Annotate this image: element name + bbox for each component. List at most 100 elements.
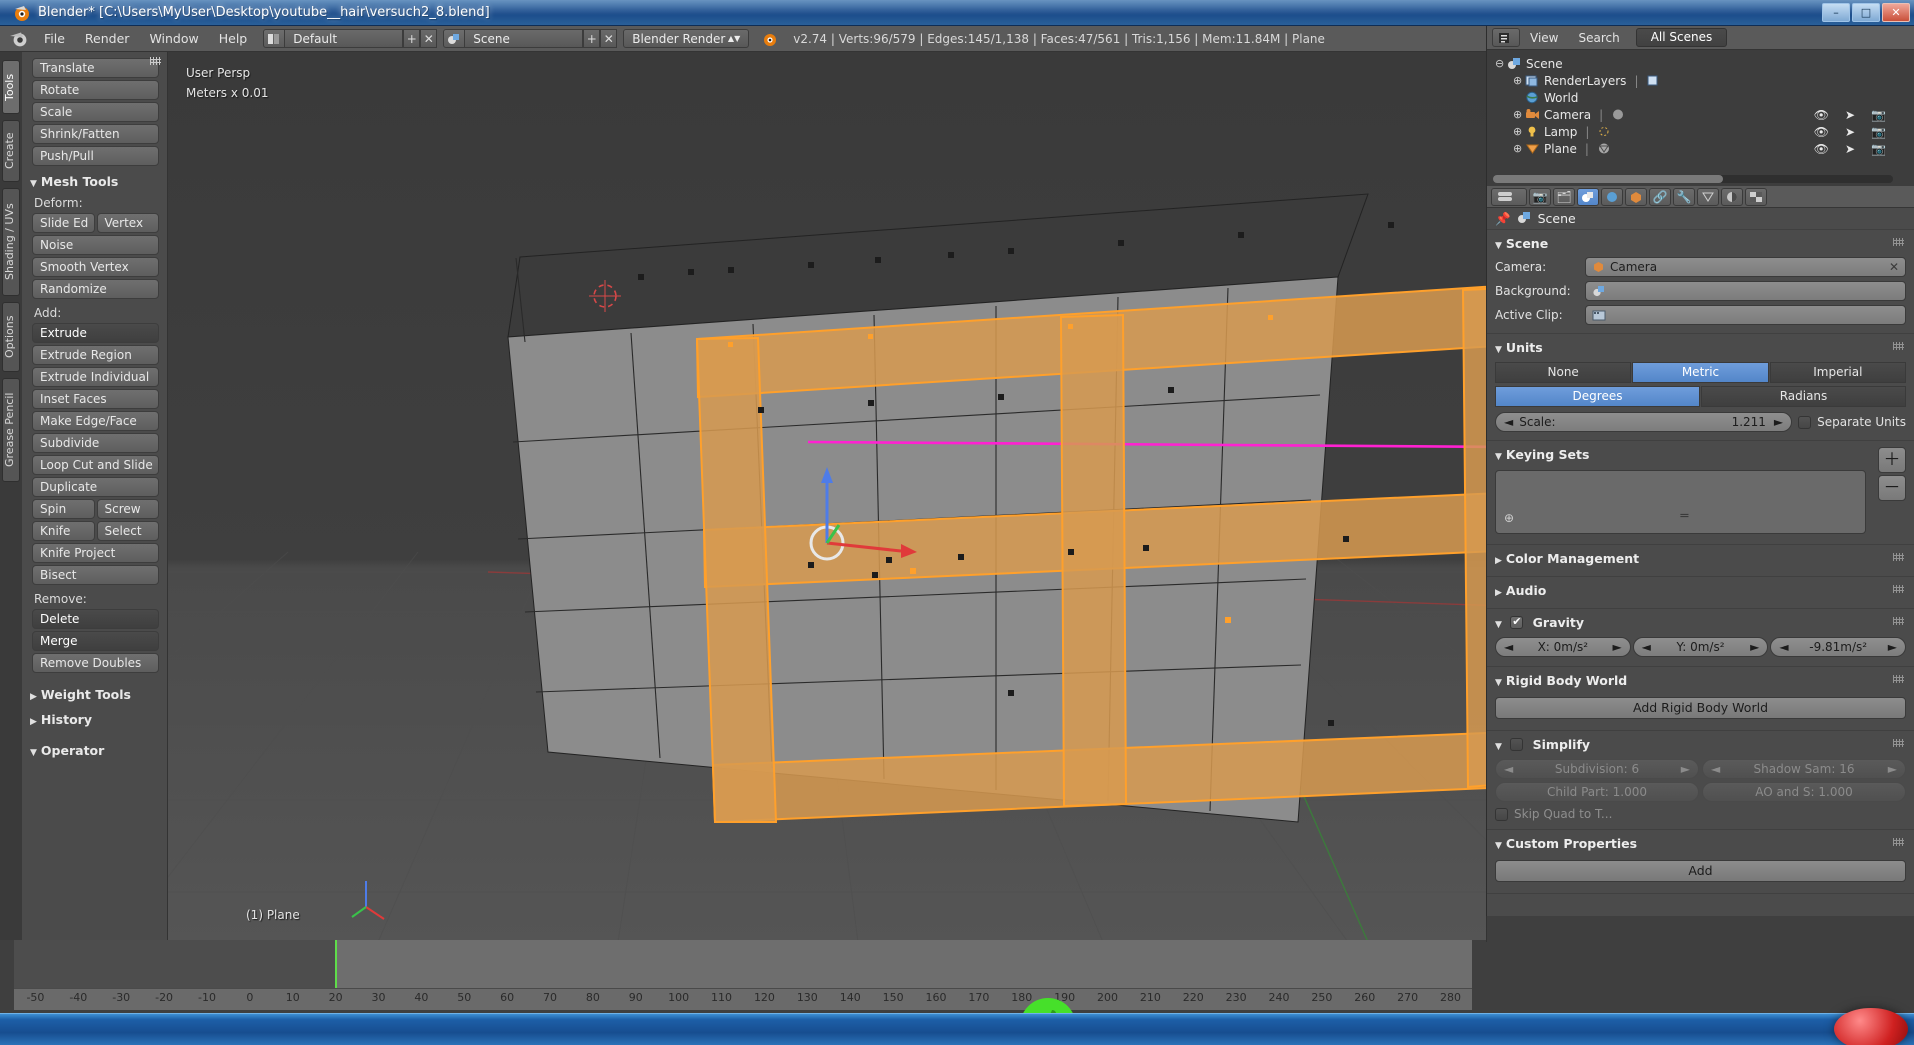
unit-scale-row[interactable]: ◄ Scale: 1.211 ► Separate Units bbox=[1487, 410, 1914, 434]
weight-tools-header[interactable]: ▶ Weight Tools bbox=[30, 57, 167, 702]
tool-translate[interactable]: Translate bbox=[32, 58, 159, 78]
active-clip-row[interactable]: Active Clip: bbox=[1487, 303, 1914, 327]
arrow-right-icon[interactable]: ► bbox=[1750, 640, 1759, 654]
tool-merge-dropdown[interactable]: Merge bbox=[32, 631, 159, 651]
tool-extrude-dropdown[interactable]: Extrude bbox=[32, 323, 159, 343]
pin-icon[interactable]: 📌 bbox=[1495, 211, 1511, 227]
eye-icon[interactable]: 👁 bbox=[1814, 142, 1829, 156]
outliner-visibility-toggles[interactable]: 👁 ➤ 📷 bbox=[1814, 125, 1886, 139]
tool-bisect[interactable]: Bisect bbox=[32, 565, 159, 585]
render-engine-value[interactable]: Blender Render ▲▼ bbox=[623, 29, 750, 48]
expand-expander-icon[interactable]: ⊕ bbox=[1513, 74, 1525, 87]
properties-editor-type-icon[interactable] bbox=[1491, 187, 1527, 206]
add-keying-set-button[interactable]: ＋ bbox=[1878, 447, 1906, 473]
menu-help[interactable]: Help bbox=[209, 29, 258, 48]
outliner-menu-search[interactable]: Search bbox=[1568, 31, 1629, 45]
viewport-canvas[interactable] bbox=[168, 52, 1486, 942]
tool-subdivide[interactable]: Subdivide bbox=[32, 433, 159, 453]
simplify-checkbox[interactable] bbox=[1510, 738, 1524, 751]
maximize-button[interactable]: □ bbox=[1852, 3, 1880, 22]
add-custom-property-button[interactable]: Add bbox=[1495, 860, 1906, 882]
toolshelf-tab-create[interactable]: Create bbox=[2, 120, 20, 182]
screen-layout-icon[interactable] bbox=[263, 29, 286, 48]
outliner-row-world[interactable]: World bbox=[1493, 89, 1914, 106]
eye-icon[interactable]: 👁 bbox=[1814, 125, 1829, 139]
collapse-expander-icon[interactable]: ⊖ bbox=[1495, 57, 1507, 70]
keying-sets-title[interactable]: ▼ Keying Sets bbox=[1487, 443, 1914, 466]
expand-expander-icon[interactable]: ⊕ bbox=[1513, 142, 1525, 155]
tool-knife-project[interactable]: Knife Project bbox=[32, 543, 159, 563]
unit-scale-field[interactable]: ◄ Scale: 1.211 ► bbox=[1495, 412, 1793, 432]
scene-icon[interactable] bbox=[443, 29, 466, 48]
properties-tab-material[interactable] bbox=[1721, 187, 1743, 206]
camera-render-icon[interactable]: 📷 bbox=[1871, 108, 1886, 122]
tool-smooth-vertex[interactable]: Smooth Vertex bbox=[32, 257, 159, 277]
outliner-row-scene[interactable]: ⊖ Scene bbox=[1493, 55, 1914, 72]
arrow-left-icon[interactable]: ◄ bbox=[1504, 415, 1513, 429]
tool-push-pull[interactable]: Push/Pull bbox=[32, 146, 159, 166]
lamp-data-icon[interactable] bbox=[1597, 125, 1613, 139]
scene-selector[interactable]: Scene + ✕ bbox=[443, 29, 618, 49]
background-row[interactable]: Background: bbox=[1487, 279, 1914, 303]
renderlayer-data-icon[interactable] bbox=[1646, 74, 1662, 88]
units-section-title[interactable]: ▼ Units bbox=[1487, 336, 1914, 359]
menu-window[interactable]: Window bbox=[139, 29, 208, 48]
camera-render-icon[interactable]: 📷 bbox=[1871, 125, 1886, 139]
background-input[interactable] bbox=[1585, 281, 1906, 301]
outliner-row-camera[interactable]: ⊕ Camera | 👁 ➤ 📷 bbox=[1493, 106, 1914, 123]
expand-expander-icon[interactable]: ⊕ bbox=[1513, 125, 1525, 138]
toolshelf-tab-grease-pencil[interactable]: Grease Pencil bbox=[2, 378, 20, 482]
tool-screw[interactable]: Screw bbox=[96, 499, 159, 519]
tool-noise[interactable]: Noise bbox=[32, 235, 159, 255]
properties-tab-object[interactable] bbox=[1625, 187, 1647, 206]
properties-tab-render[interactable]: 📷 bbox=[1529, 187, 1551, 206]
gravity-title[interactable]: ▼ Gravity bbox=[1487, 611, 1914, 634]
audio-section[interactable]: ▶ Audio bbox=[1487, 577, 1914, 609]
editor-type-icon[interactable] bbox=[1492, 28, 1520, 47]
tool-slide-edge[interactable]: Slide Ed bbox=[32, 213, 95, 233]
add-scene-button[interactable]: + bbox=[583, 29, 601, 48]
tool-remove-doubles[interactable]: Remove Doubles bbox=[32, 653, 159, 673]
unit-system-imperial[interactable]: Imperial bbox=[1769, 362, 1906, 383]
history-header[interactable]: ▶ History bbox=[30, 57, 167, 727]
scene-name-value[interactable]: Scene bbox=[465, 29, 584, 48]
outliner-horizontal-scrollbar[interactable] bbox=[1493, 175, 1893, 183]
close-button[interactable]: ✕ bbox=[1882, 3, 1910, 22]
tool-knife-select[interactable]: Select bbox=[96, 521, 159, 541]
render-engine-selector[interactable]: Blender Render ▲▼ bbox=[623, 29, 750, 49]
timeline-track-area[interactable] bbox=[14, 940, 1472, 988]
keying-set-add-remove[interactable]: ＋ － bbox=[1878, 447, 1906, 501]
arrow-right-icon[interactable]: ► bbox=[1888, 640, 1897, 654]
remove-keying-set-button[interactable]: － bbox=[1878, 475, 1906, 501]
screen-layout-value[interactable]: Default bbox=[285, 29, 404, 48]
tool-randomize[interactable]: Randomize bbox=[32, 279, 159, 299]
screen-layout-selector[interactable]: Default + ✕ bbox=[263, 29, 438, 49]
outliner-row-renderlayers[interactable]: ⊕ RenderLayers | bbox=[1493, 72, 1914, 89]
tool-scale[interactable]: Scale bbox=[32, 102, 159, 122]
tool-knife[interactable]: Knife bbox=[32, 521, 95, 541]
toolshelf-tab-options[interactable]: Options bbox=[2, 302, 20, 372]
camera-input[interactable]: Camera ✕ bbox=[1585, 257, 1906, 277]
properties-tab-modifiers[interactable]: 🔧 bbox=[1673, 187, 1695, 206]
properties-tab-texture[interactable] bbox=[1745, 187, 1767, 206]
rigid-body-world-title[interactable]: ▼ Rigid Body World bbox=[1487, 669, 1914, 692]
keying-sets-list[interactable]: ⊕ ═ bbox=[1495, 470, 1866, 534]
toolshelf-tab-tools[interactable]: Tools bbox=[2, 60, 20, 114]
tool-shrink-fatten[interactable]: Shrink/Fatten bbox=[32, 124, 159, 144]
audio-title[interactable]: ▶ Audio bbox=[1487, 579, 1914, 602]
tool-duplicate[interactable]: Duplicate bbox=[32, 477, 159, 497]
outliner-menu-view[interactable]: View bbox=[1520, 31, 1568, 45]
tool-slide-vertex[interactable]: Vertex bbox=[96, 213, 159, 233]
gravity-vector-row[interactable]: ◄ X: 0m/s² ► ◄ Y: 0m/s² ► ◄ -9.81m/s² ► bbox=[1495, 637, 1907, 657]
outliner-visibility-toggles[interactable]: 👁 ➤ 📷 bbox=[1814, 108, 1886, 122]
viewport-3d[interactable]: User Persp Meters x 0.01 (1) Plane bbox=[168, 52, 1486, 942]
rotation-units-degrees[interactable]: Degrees bbox=[1495, 386, 1700, 407]
separate-units-checkbox[interactable] bbox=[1798, 415, 1812, 429]
outliner-visibility-toggles[interactable]: 👁 ➤ 📷 bbox=[1814, 142, 1886, 156]
gravity-checkbox[interactable] bbox=[1510, 615, 1524, 629]
custom-properties-title[interactable]: ▼ Custom Properties bbox=[1487, 832, 1914, 855]
gravity-x-field[interactable]: ◄ X: 0m/s² ► bbox=[1495, 637, 1631, 657]
outliner-row-lamp[interactable]: ⊕ Lamp | 👁 ➤ 📷 bbox=[1493, 123, 1914, 140]
arrow-left-icon[interactable]: ◄ bbox=[1642, 640, 1651, 654]
outliner-display-mode[interactable]: All Scenes bbox=[1635, 28, 1728, 47]
